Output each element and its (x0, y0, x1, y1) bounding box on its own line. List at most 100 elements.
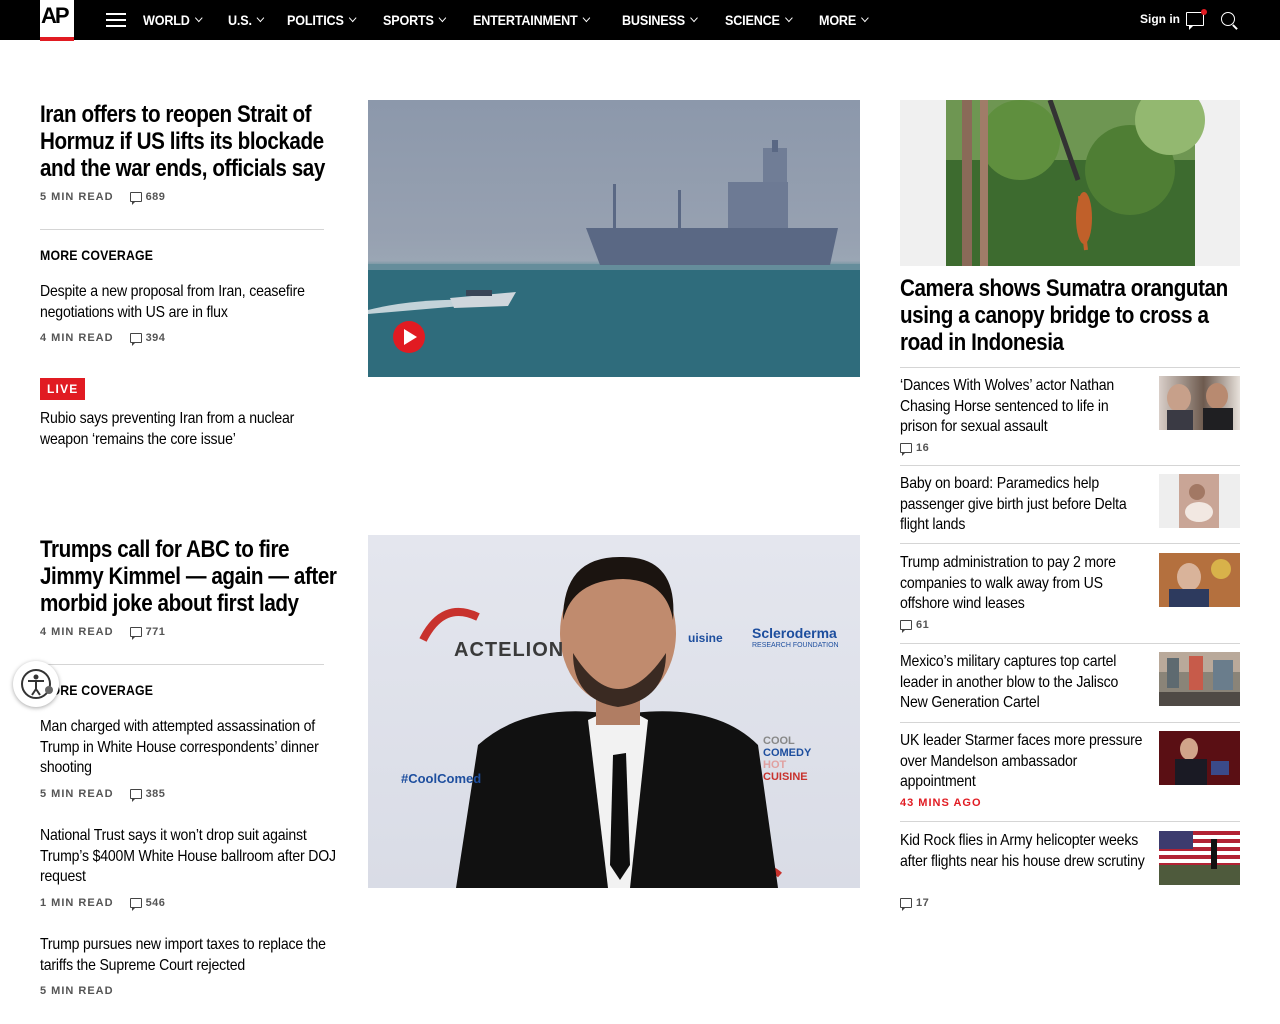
backdrop-hashtag: #CoolComedy (401, 771, 481, 786)
ap-logo[interactable]: AP (40, 0, 74, 41)
related-headline[interactable]: Rubio says preventing Iran from a nuclea… (40, 409, 330, 450)
story-meta: 17 (900, 897, 929, 911)
related-headline[interactable]: Despite a new proposal from Iran, ceasef… (40, 282, 330, 323)
nav-item-us[interactable]: U.S. (227, 12, 265, 28)
comment-count[interactable]: 16 (900, 442, 929, 456)
thumbnail-starmer[interactable] (1159, 731, 1240, 785)
divider (900, 367, 1240, 368)
thumbnail-kid-rock-flag[interactable] (1159, 831, 1240, 885)
chat-icon[interactable] (1186, 9, 1207, 30)
kimmel-photo-illustration (419, 556, 782, 888)
related-headline[interactable]: National Trust says it won’t drop suit a… (40, 826, 339, 888)
read-time: 4 MIN READ (40, 332, 114, 344)
comment-count[interactable]: 385 (129, 788, 166, 802)
nav-item-science[interactable]: SCIENCE (724, 12, 793, 28)
backdrop-actelion: ACTELION (454, 639, 565, 661)
comment-icon (129, 627, 142, 640)
orangutan-photo[interactable] (900, 100, 1240, 266)
sidebar-headline[interactable]: Kid Rock flies in Army helicopter weeks … (900, 831, 1146, 872)
related-headline[interactable]: Man charged with attempted assassination… (40, 717, 344, 779)
sign-in-link[interactable]: Sign in (1140, 12, 1180, 26)
more-coverage-label: MORE COVERAGE (40, 247, 154, 263)
comment-icon (129, 898, 142, 911)
story-meta: 4 MIN READ 771 (40, 626, 166, 640)
lead-headline-kimmel[interactable]: Trumps call for ABC to fire Jimmy Kimmel… (40, 536, 341, 617)
chevron-down-icon (582, 13, 591, 23)
story-meta: 16 (900, 442, 929, 456)
notification-dot (1201, 9, 1207, 15)
backdrop-side-text: COOL COMEDY HOT CUISINE (763, 735, 812, 783)
nav-item-label: SCIENCE (724, 12, 780, 28)
read-time: 1 MIN READ (40, 897, 114, 909)
chevron-down-icon (784, 13, 793, 23)
related-headline[interactable]: Trump pursues new import taxes to replac… (40, 935, 330, 976)
nav-item-label: BUSINESS (621, 12, 685, 28)
kimmel-photo[interactable]: ACTELION Scleroderma RESEARCH FOUNDATION… (368, 535, 860, 888)
accessibility-icon[interactable] (13, 661, 59, 707)
divider (900, 465, 1240, 466)
comment-icon (900, 898, 912, 911)
comment-count[interactable]: 771 (129, 626, 166, 640)
story-meta: 1 MIN READ 546 (40, 897, 166, 911)
hamburger-menu-icon[interactable] (106, 13, 126, 27)
nav-item-politics[interactable]: POLITICS (287, 12, 357, 28)
comment-count[interactable]: 689 (129, 191, 166, 205)
divider (40, 664, 324, 665)
backdrop-research-foundation: RESEARCH FOUNDATION (752, 642, 839, 649)
chevron-down-icon (256, 13, 265, 23)
divider (40, 229, 324, 230)
thumbnail-baby[interactable] (1159, 474, 1240, 528)
nav-item-label: U.S. (227, 12, 252, 28)
nav-item-label: WORLD (143, 12, 190, 28)
nav-item-label: ENTERTAINMENT (472, 12, 578, 28)
nav-item-label: POLITICS (287, 12, 344, 28)
thumbnail-burgum[interactable] (1159, 553, 1240, 607)
logo-text: AP (41, 3, 70, 28)
nav-item-label: SPORTS (383, 12, 435, 28)
thumbnail-courtroom[interactable] (1159, 376, 1240, 430)
chevron-down-icon (689, 13, 698, 23)
nav-item-sports[interactable]: SPORTS (383, 12, 447, 28)
read-time: 4 MIN READ (40, 626, 114, 638)
story-meta: 61 (900, 619, 929, 633)
chevron-down-icon (860, 13, 869, 23)
nav-menu: WORLD U.S. POLITICS SPORTS ENTERTAINMENT… (143, 0, 893, 40)
live-badge: LIVE (40, 378, 86, 400)
search-icon[interactable] (1221, 12, 1235, 26)
thumbnail-mexico-street[interactable] (1159, 652, 1240, 706)
divider (900, 643, 1240, 644)
chevron-down-icon (194, 13, 203, 23)
chevron-down-icon (439, 13, 447, 23)
nav-item-business[interactable]: BUSINESS (621, 12, 698, 28)
lead-headline-iran[interactable]: Iran offers to reopen Strait of Hormuz i… (40, 101, 337, 182)
read-time: 5 MIN READ (40, 985, 114, 997)
tanker-ship-video-thumbnail[interactable] (368, 100, 860, 377)
backdrop-partial-text: uisine (688, 631, 723, 645)
sidebar-headline[interactable]: ‘Dances With Wolves’ actor Nathan Chasin… (900, 376, 1146, 438)
comment-count[interactable]: 546 (129, 897, 166, 911)
comment-count[interactable]: 17 (900, 897, 929, 911)
nav-item-entertainment[interactable]: ENTERTAINMENT (472, 12, 591, 28)
story-meta: 5 MIN READ (40, 985, 130, 997)
nav-item-world[interactable]: WORLD (143, 12, 203, 28)
comment-icon (900, 620, 912, 633)
sidebar-headline[interactable]: Mexico’s military captures top cartel le… (900, 652, 1146, 714)
comment-icon (129, 333, 142, 346)
sidebar-headline[interactable]: Baby on board: Paramedics help passenger… (900, 474, 1146, 536)
sidebar-lead-headline[interactable]: Camera shows Sumatra orangutan using a c… (900, 275, 1235, 356)
divider (900, 543, 1240, 544)
nav-item-more[interactable]: MORE (819, 12, 869, 28)
comment-count[interactable]: 61 (900, 619, 929, 633)
tanker-ship-illustration (368, 140, 860, 377)
story-meta: 4 MIN READ 394 (40, 332, 166, 346)
comment-count[interactable]: 394 (129, 332, 166, 346)
read-time: 5 MIN READ (40, 788, 114, 800)
story-meta: 5 MIN READ 385 (40, 788, 166, 802)
sidebar-headline[interactable]: Trump administration to pay 2 more compa… (900, 553, 1146, 615)
sidebar-headline[interactable]: UK leader Starmer faces more pressure ov… (900, 731, 1146, 793)
comment-icon (129, 192, 142, 205)
read-time: 5 MIN READ (40, 191, 114, 203)
comment-icon (900, 443, 912, 456)
divider (900, 722, 1240, 723)
divider (900, 821, 1240, 822)
